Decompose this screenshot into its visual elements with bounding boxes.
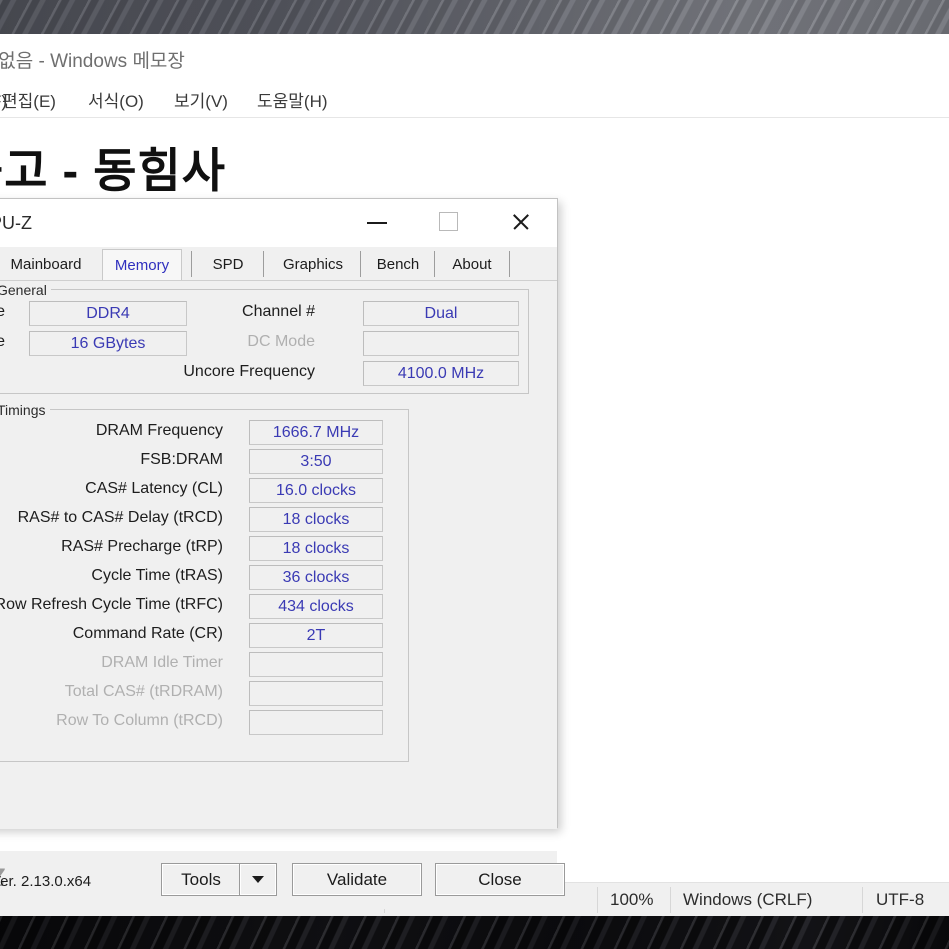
uncore-frequency-value: 4100.0 MHz (363, 361, 519, 386)
cas-latency-value: 16.0 clocks (249, 478, 383, 503)
memory-size-label: Size (0, 333, 5, 350)
status-zoom-level[interactable]: 100% (610, 883, 653, 917)
menu-item-edit[interactable]: 편집(E) (2, 87, 56, 112)
cpuz-memory-panel: General Type DDR4 Size 16 GBytes Channel… (0, 280, 565, 909)
menu-item-view[interactable]: 보기(V) (174, 87, 228, 112)
trp-value: 18 clocks (249, 536, 383, 561)
close-icon (511, 212, 531, 232)
trfc-label: Row Refresh Cycle Time (tRFC) (0, 596, 223, 613)
row-to-column-label: Row To Column (tRCD) (56, 712, 223, 729)
maximize-icon (439, 212, 458, 231)
memory-type-label: Type (0, 303, 5, 320)
uncore-frequency-label: Uncore Frequency (183, 363, 315, 380)
timings-group-label: Timings (0, 402, 50, 418)
photo-background-top (0, 0, 949, 34)
tab-bench[interactable]: Bench (367, 251, 429, 278)
status-divider (670, 887, 671, 913)
cpuz-titlebar[interactable]: CPU-Z (0, 199, 557, 248)
menu-item-help[interactable]: 도움말(H) (257, 87, 328, 112)
dram-idle-timer-value (249, 652, 383, 677)
trcd-value: 18 clocks (249, 507, 383, 532)
tab-divider (434, 251, 435, 277)
cpuz-version-label: Ver. 2.13.0.x64 (0, 873, 92, 890)
tab-divider (509, 251, 510, 277)
notepad-text-content: 중고 - 동힘사 (0, 144, 226, 197)
dram-idle-timer-label: DRAM Idle Timer (101, 654, 223, 671)
tab-spd[interactable]: SPD (199, 251, 257, 278)
total-cas-value (249, 681, 383, 706)
cpuz-window-title: CPU-Z (0, 213, 32, 233)
row-to-column-value (249, 710, 383, 735)
trfc-value: 434 clocks (249, 594, 383, 619)
tools-dropdown-button[interactable] (239, 863, 277, 896)
trp-label: RAS# Precharge (tRP) (61, 538, 223, 555)
tab-graphics[interactable]: Graphics (271, 251, 355, 278)
channel-label: Channel # (242, 303, 315, 320)
dram-frequency-value: 1666.7 MHz (249, 420, 383, 445)
tab-mainboard[interactable]: Mainboard (0, 251, 95, 278)
trcd-label: RAS# to CAS# Delay (tRCD) (17, 509, 223, 526)
tras-value: 36 clocks (249, 565, 383, 590)
command-rate-value: 2T (249, 623, 383, 648)
tab-divider (360, 251, 361, 277)
menu-item-format[interactable]: 서식(O) (88, 87, 144, 112)
chevron-down-icon (252, 876, 264, 883)
dc-mode-label: DC Mode (247, 333, 315, 350)
cas-latency-label: CAS# Latency (CL) (85, 480, 223, 497)
cpuz-close-action-button[interactable]: Close (435, 863, 565, 896)
status-divider (597, 887, 598, 913)
tras-label: Cycle Time (tRAS) (91, 567, 223, 584)
cpuz-bottom-bar: CPU-Z Ver. 2.13.0.x64 Tools Validate Clo… (0, 851, 565, 909)
fsb-dram-value: 3:50 (249, 449, 383, 474)
cpuz-window: CPU-Z Mainboard Memory SPD Graphics Benc… (0, 198, 565, 909)
tab-divider (263, 251, 264, 277)
notepad-minimize-button[interactable] (838, 40, 894, 80)
notepad-titlebar[interactable]: 제목 없음 - Windows 메모장 (0, 34, 949, 82)
channel-value: Dual (363, 301, 519, 326)
tab-memory[interactable]: Memory (102, 249, 182, 280)
command-rate-label: Command Rate (CR) (72, 625, 223, 642)
tools-button[interactable]: Tools (161, 863, 241, 896)
status-divider (862, 887, 863, 913)
notepad-menubar: 파일(F) 편집(E) 서식(O) 보기(V) 도움말(H) (0, 82, 949, 116)
fsb-dram-label: FSB:DRAM (140, 451, 223, 468)
cpuz-tab-strip: Mainboard Memory SPD Graphics Bench Abou… (0, 247, 557, 281)
general-group-label: General (0, 282, 51, 298)
tab-about[interactable]: About (441, 251, 503, 278)
minimize-icon (367, 222, 387, 224)
notepad-title: 제목 없음 - Windows 메모장 (0, 51, 185, 72)
notepad-maximize-button[interactable] (912, 40, 949, 80)
photo-background-bottom (0, 916, 949, 949)
dc-mode-value (363, 331, 519, 356)
status-line-ending[interactable]: Windows (CRLF) (683, 883, 812, 917)
tab-divider (191, 251, 192, 277)
status-encoding[interactable]: UTF-8 (876, 883, 924, 917)
validate-button[interactable]: Validate (292, 863, 422, 896)
dram-frequency-label: DRAM Frequency (95, 422, 223, 439)
total-cas-label: Total CAS# (tRDRAM) (64, 683, 223, 700)
